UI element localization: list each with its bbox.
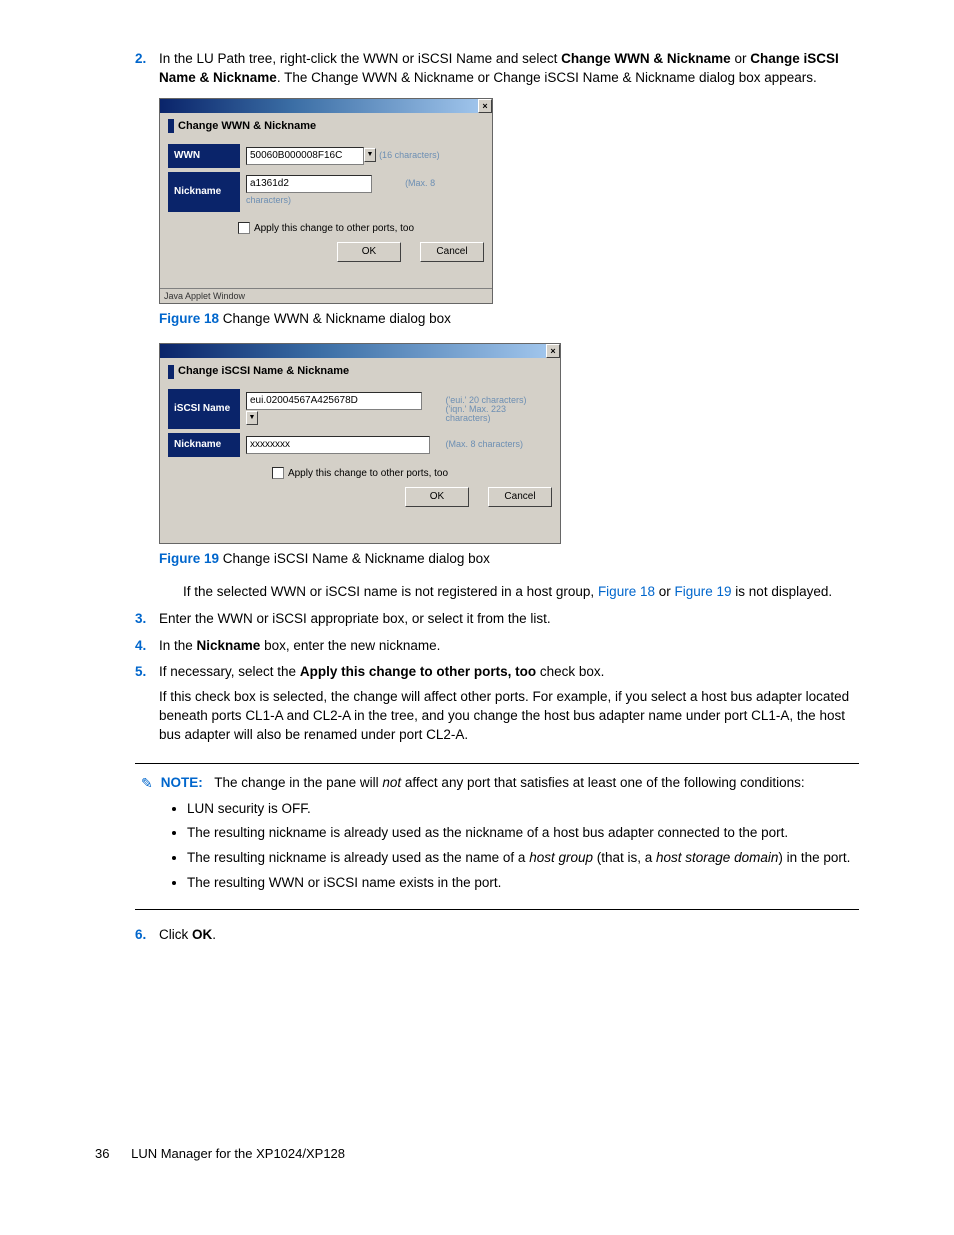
menu-name: Change WWN & Nickname (561, 51, 731, 66)
dialog-title-text: Change iSCSI Name & Nickname (178, 364, 349, 379)
step-6: 6. Click OK. (135, 926, 859, 945)
note-item: The resulting nickname is already used a… (187, 849, 853, 868)
text: affect any port that satisfies at least … (401, 775, 805, 790)
step-3-text: Enter the WWN or iSCSI appropriate box, … (159, 611, 551, 626)
text: or (655, 584, 675, 599)
accent-bar (168, 119, 174, 133)
text: In the LU Path tree, right-click the WWN… (159, 51, 561, 66)
figure-label: Figure 19 (159, 551, 219, 566)
text: or (731, 51, 751, 66)
figure-19-link[interactable]: Figure 19 (675, 584, 732, 599)
apply-checkbox[interactable] (238, 222, 250, 234)
note-item: The resulting nickname is already used a… (187, 824, 853, 843)
step-5-body: If this check box is selected, the chang… (159, 688, 859, 745)
apply-checkbox-row: Apply this change to other ports, too (168, 222, 484, 236)
note-label: NOTE: (161, 775, 203, 790)
titlebar: × (160, 344, 560, 358)
nickname-label: Nickname (168, 433, 240, 457)
close-icon[interactable]: × (478, 99, 492, 113)
ok-button[interactable]: OK (337, 242, 401, 262)
field-name: Nickname (197, 638, 261, 653)
step-2-text: In the LU Path tree, right-click the WWN… (159, 51, 839, 85)
text: (that is, a (593, 850, 656, 865)
step-3: 3. Enter the WWN or iSCSI appropriate bo… (135, 610, 859, 629)
apply-checkbox-label: Apply this change to other ports, too (288, 468, 448, 479)
iscsi-input[interactable]: eui.02004567A425678D (246, 392, 422, 410)
step-number: 5. (135, 663, 146, 682)
emphasis: host storage domain (656, 850, 778, 865)
nickname-label: Nickname (168, 172, 240, 211)
note-item: LUN security is OFF. (187, 800, 853, 819)
step-number: 4. (135, 637, 146, 656)
apply-checkbox-row: Apply this change to other ports, too (168, 467, 552, 481)
dialog-title: Change iSCSI Name & Nickname (168, 364, 552, 379)
text: The change in the pane will (214, 775, 382, 790)
nickname-input[interactable]: xxxxxxxx (246, 436, 430, 454)
step-number: 2. (135, 50, 146, 69)
dialog-title-text: Change WWN & Nickname (178, 119, 316, 134)
page-footer: 36 LUN Manager for the XP1024/XP128 (95, 1145, 859, 1163)
dialog-change-wwn: × Change WWN & Nickname WWN 50060B000008… (159, 98, 493, 304)
step-number: 6. (135, 926, 146, 945)
note-box: ✎ NOTE: The change in the pane will not … (135, 763, 859, 910)
emphasis: host group (529, 850, 593, 865)
ok-button[interactable]: OK (405, 487, 469, 507)
wwn-hint: (16 characters) (379, 150, 440, 160)
figure-19-caption: Figure 19 Change iSCSI Name & Nickname d… (159, 550, 859, 569)
dropdown-icon[interactable]: ▼ (364, 148, 376, 162)
emphasis: not (382, 775, 401, 790)
text: is not displayed. (732, 584, 833, 599)
footer-title: LUN Manager for the XP1024/XP128 (131, 1146, 345, 1161)
text: In the (159, 638, 197, 653)
iscsi-label: iSCSI Name (168, 389, 240, 428)
apply-checkbox[interactable] (272, 467, 284, 479)
figure-18-caption: Figure 18 Change WWN & Nickname dialog b… (159, 310, 859, 329)
text: ) in the port. (778, 850, 850, 865)
dialog-change-iscsi: × Change iSCSI Name & Nickname iSCSI Nam… (159, 343, 561, 544)
dropdown-icon[interactable]: ▼ (246, 411, 258, 425)
text: . (212, 927, 216, 942)
text: . The Change WWN & Nickname or Change iS… (277, 70, 817, 85)
button-name: OK (192, 927, 212, 942)
text: The resulting nickname is already used a… (187, 850, 529, 865)
step-5: 5. If necessary, select the Apply this c… (135, 663, 859, 745)
iscsi-hint2: ('iqn.' Max. 223 characters) (446, 405, 546, 423)
page-number: 36 (95, 1145, 109, 1163)
step-2-body: If the selected WWN or iSCSI name is not… (183, 583, 859, 602)
cancel-button[interactable]: Cancel (420, 242, 484, 262)
step-2: 2. In the LU Path tree, right-click the … (135, 50, 859, 602)
step-4: 4. In the Nickname box, enter the new ni… (135, 637, 859, 656)
figure-18-link[interactable]: Figure 18 (598, 584, 655, 599)
text: If the selected WWN or iSCSI name is not… (183, 584, 598, 599)
apply-checkbox-label: Apply this change to other ports, too (254, 223, 414, 234)
figure-label: Figure 18 (159, 311, 219, 326)
option-name: Apply this change to other ports, too (300, 664, 536, 679)
note-item: The resulting WWN or iSCSI name exists i… (187, 874, 853, 893)
close-icon[interactable]: × (546, 344, 560, 358)
note-list: LUN security is OFF. The resulting nickn… (169, 800, 853, 894)
dialog-title: Change WWN & Nickname (168, 119, 484, 134)
wwn-label: WWN (168, 144, 240, 168)
text: box, enter the new nickname. (260, 638, 440, 653)
text: Click (159, 927, 192, 942)
note-icon: ✎ (141, 774, 153, 794)
nickname-input[interactable]: a1361d2 (246, 175, 372, 193)
status-bar: Java Applet Window (160, 288, 492, 304)
figure-text: Change WWN & Nickname dialog box (219, 311, 451, 326)
text: If necessary, select the (159, 664, 300, 679)
cancel-button[interactable]: Cancel (488, 487, 552, 507)
wwn-input[interactable]: 50060B000008F16C (246, 147, 364, 165)
titlebar: × (160, 99, 492, 113)
step-number: 3. (135, 610, 146, 629)
figure-text: Change iSCSI Name & Nickname dialog box (219, 551, 490, 566)
nickname-hint: (Max. 8 characters) (446, 439, 524, 449)
text: check box. (536, 664, 604, 679)
accent-bar (168, 365, 174, 379)
